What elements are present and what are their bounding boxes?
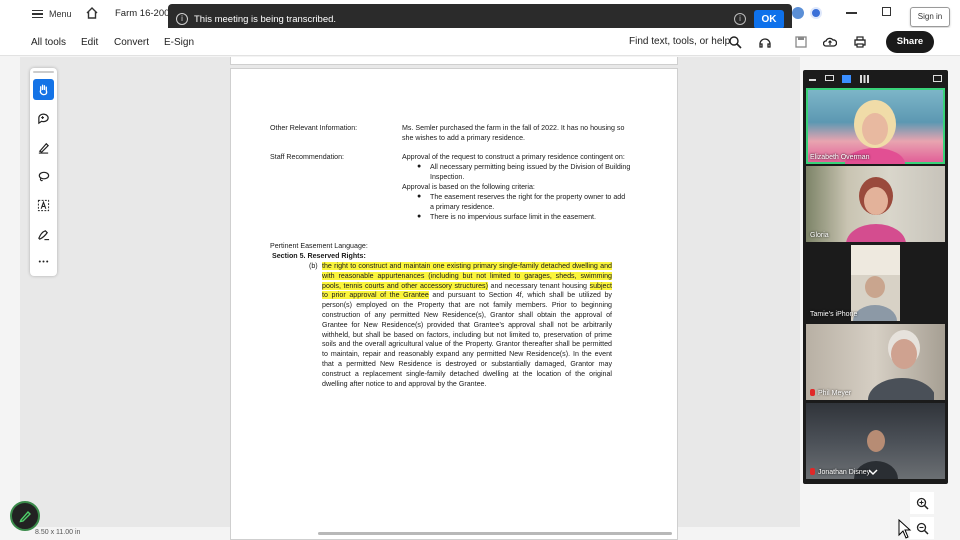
zoom-in-button[interactable] [910,492,934,514]
text-select-tool[interactable] [33,195,54,216]
participant-tile[interactable]: Gloria [806,166,945,242]
stacked-view-icon[interactable] [842,75,851,83]
pencil-icon [19,510,31,523]
bullet-dot: ● [417,163,422,170]
bullet-2-line-2: a primary residence. [430,203,495,211]
chevron-down-icon[interactable] [868,468,878,476]
lasso-icon [38,171,50,182]
menu-all-tools[interactable]: All tools [31,37,66,48]
draw-tool[interactable] [33,137,54,158]
minimize-icon[interactable] [846,12,857,14]
hamburger-icon [32,10,43,18]
more-tools[interactable] [33,251,54,272]
participant-video [868,330,934,400]
criteria-text: Approval is based on the following crite… [402,183,535,191]
comment-icon [38,113,49,125]
lasso-tool[interactable] [33,166,54,187]
menu-button[interactable]: Menu [32,9,72,19]
print-icon[interactable] [853,35,867,49]
participant-name: Jonathan Disney [810,468,870,476]
mouse-cursor-icon [898,519,912,539]
participant-video [846,177,906,242]
participant-tile[interactable]: Elizabeth Overman [806,88,945,164]
document-tab-title[interactable]: Farm 16-2008 [115,8,171,19]
pertinent-label: Pertinent Easement Language: [270,242,368,250]
section-heading: Section 5. Reserved Rights: [272,252,366,260]
previous-page-bottom [230,57,678,65]
app-window: Menu Farm 16-2008 Sign in i This meeting… [0,0,960,540]
participant-name: Tamie’s iPhone [810,311,858,318]
ok-button[interactable]: OK [754,10,784,29]
participant-video [851,245,900,321]
popout-icon[interactable] [933,75,942,82]
other-info-text-1: Ms. Semler purchased the farm in the fal… [402,124,625,132]
bullet-dot: ● [417,213,422,220]
share-button[interactable]: Share [886,31,934,53]
other-info-text-2: she wishes to add a primary residence. [402,134,526,142]
info-icon: i [176,13,188,25]
text-select-icon [37,199,50,212]
staff-rec-text: Approval of the request to construct a p… [402,153,625,161]
panel-toolbar [803,70,948,88]
horizontal-scrollbar[interactable] [318,532,672,535]
menu-edit[interactable]: Edit [81,37,98,48]
bullet-1-line-1: All necessary permitting being issued by… [430,163,631,171]
pdf-page[interactable]: Other Relevant Information: Ms. Semler p… [230,68,678,540]
gallery-view-icon[interactable] [860,75,869,83]
easement-paragraph: the right to construct and maintain one … [322,262,613,389]
participant-tile[interactable]: Tamie’s iPhone [806,245,945,321]
maximize-icon[interactable] [882,7,891,16]
find-tools-label[interactable]: Find text, tools, or help [629,36,730,47]
save-icon[interactable] [794,35,808,49]
fill-sign-tool[interactable] [33,224,54,245]
menu-bar: All tools Edit Convert E-Sign Find text,… [0,28,960,56]
zoom-in-icon [916,497,929,510]
zoom-out-button[interactable] [910,517,934,539]
paragraph-text: and necessary tenant housing [487,281,590,290]
staff-rec-label: Staff Recommendation: [270,153,344,161]
participant-name: Phil Meyer [810,389,851,397]
app-icon [792,7,804,19]
bullet-1-line-2: Inspection. [430,173,465,181]
subsection-label: (b) [309,262,318,270]
meeting-participants-panel: Elizabeth Overman Gloria Tamie’s iPhone … [803,70,948,484]
hand-tool[interactable] [33,79,54,100]
upload-cloud-icon[interactable] [823,35,837,49]
search-icon[interactable] [728,35,742,49]
banner-text: This meeting is being transcribed. [194,13,337,25]
participant-tile[interactable]: Phil Meyer [806,324,945,400]
pen-icon [38,142,49,154]
paragraph-text: and pursuant to Section 4f, which shall … [322,291,612,388]
bullet-2-line-1: The easement reserves the right for the … [430,193,626,201]
quick-tools-rail [30,68,57,276]
fill-sign-icon [38,230,50,241]
read-aloud-icon[interactable] [758,35,772,49]
participant-name: Gloria [810,232,829,239]
speaker-view-icon[interactable] [825,75,834,81]
hand-icon [39,84,48,96]
bullet-dot: ● [417,193,422,200]
other-info-label: Other Relevant Information: [270,124,358,132]
rail-grip[interactable] [33,71,54,73]
menu-convert[interactable]: Convert [114,37,149,48]
more-icon [38,260,49,263]
participant-name: Elizabeth Overman [810,154,870,161]
bullet-3: There is no impervious surface limit in … [430,213,596,221]
minimize-icon[interactable] [809,79,816,81]
profile-icon[interactable] [810,7,822,19]
comment-tool[interactable] [33,108,54,129]
menu-e-sign[interactable]: E-Sign [164,37,194,48]
page-size-label: 8.50 x 11.00 in [35,529,81,536]
edit-pdf-button[interactable] [10,501,40,531]
banner-info-icon[interactable]: i [734,13,746,25]
sign-in-button[interactable]: Sign in [910,7,950,27]
home-icon[interactable] [85,6,99,20]
zoom-out-icon [916,522,929,535]
menu-label: Menu [49,9,72,19]
